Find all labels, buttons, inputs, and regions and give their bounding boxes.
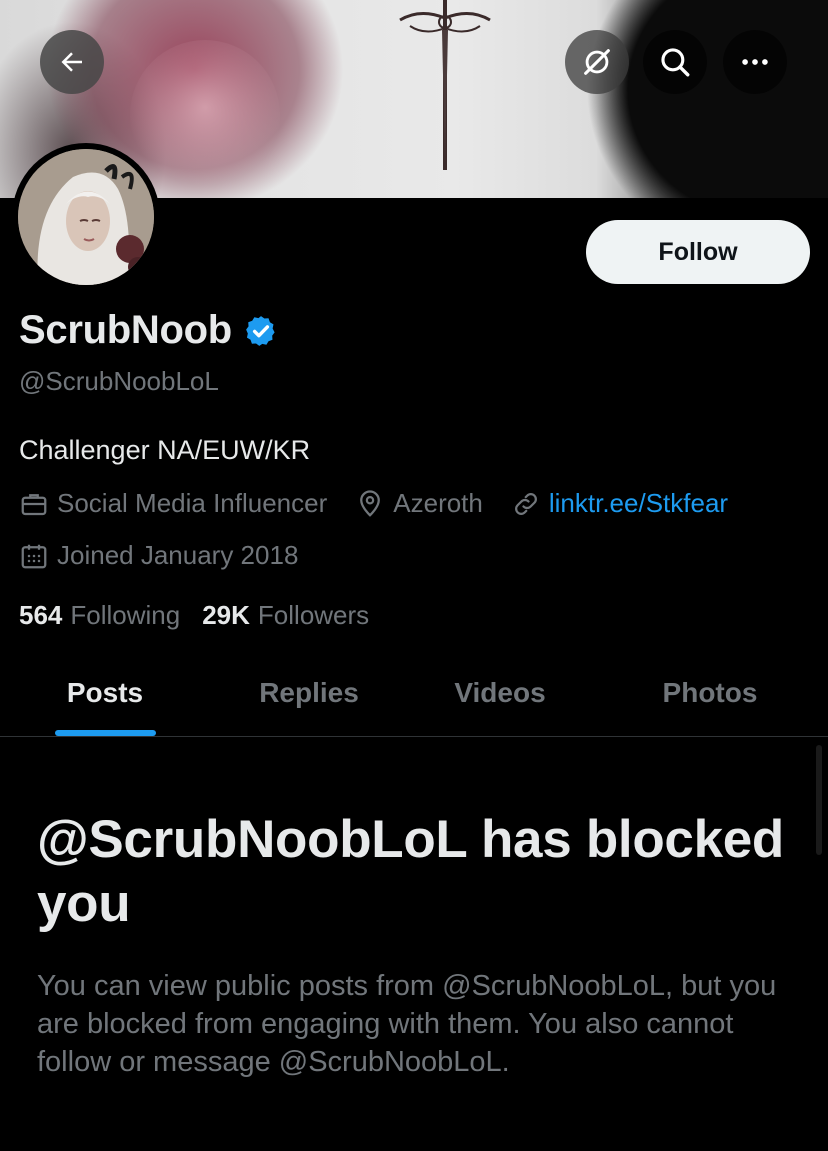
followers-count: 29K [202,600,250,630]
active-tab-indicator [55,730,156,736]
following-stat[interactable]: 564 Following [19,600,180,631]
blocked-description: You can view public posts from @ScrubNoo… [37,970,777,1078]
banner-figure [130,40,280,190]
followers-label: Followers [257,600,370,630]
display-name-row: ScrubNoob [19,308,278,353]
search-icon [661,48,690,77]
follow-stats: 564 Following 29K Followers [19,600,391,631]
user-handle: @ScrubNoobLoL [19,366,219,396]
grok-button[interactable] [565,30,629,94]
following-count: 564 [19,600,63,630]
profile-website[interactable]: linktr.ee/Stkfear [511,488,728,519]
back-button[interactable] [40,30,104,94]
profile-joined-row: Joined January 2018 [19,540,326,571]
avatar-portrait [18,149,154,285]
display-name: ScrubNoob [19,308,232,352]
profile-page: Follow ScrubNoob @ScrubNoobLoL Challenge… [0,0,828,1151]
more-button[interactable] [723,30,787,94]
location-pin-icon [360,489,381,517]
search-button[interactable] [643,30,707,94]
website-link[interactable]: linktr.ee/Stkfear [549,488,728,519]
location-label: Azeroth [393,488,483,518]
grok-icon [584,49,610,75]
verified-badge-icon[interactable] [244,314,278,348]
follow-button[interactable]: Follow [586,220,810,284]
followers-stat[interactable]: 29K Followers [202,600,369,631]
tab-videos[interactable]: Videos [408,650,592,736]
arrow-left-icon [61,52,82,72]
avatar-image [18,149,154,285]
briefcase-icon [21,493,47,515]
scrollbar[interactable] [816,745,822,855]
tab-photos[interactable]: Photos [592,650,828,736]
avatar[interactable] [12,143,160,291]
profile-tabs: Posts Replies Videos Photos [0,650,828,737]
joined-label: Joined January 2018 [57,540,299,570]
category-label: Social Media Influencer [57,488,328,518]
tab-posts[interactable]: Posts [0,650,210,736]
profile-meta-row: Social Media Influencer Azeroth linktr.e… [19,488,756,519]
tab-replies[interactable]: Replies [210,650,408,736]
link-icon [514,492,537,515]
profile-joined: Joined January 2018 [19,540,298,571]
profile-bio: Challenger NA/EUW/KR [19,435,311,465]
more-horizontal-icon [742,59,768,65]
profile-location: Azeroth [355,488,483,519]
calendar-icon [21,544,47,568]
following-label: Following [70,600,181,630]
profile-category: Social Media Influencer [19,488,327,519]
banner-sword-art [399,0,491,170]
blocked-title: @ScrubNoobLoL has blocked you [37,810,784,933]
